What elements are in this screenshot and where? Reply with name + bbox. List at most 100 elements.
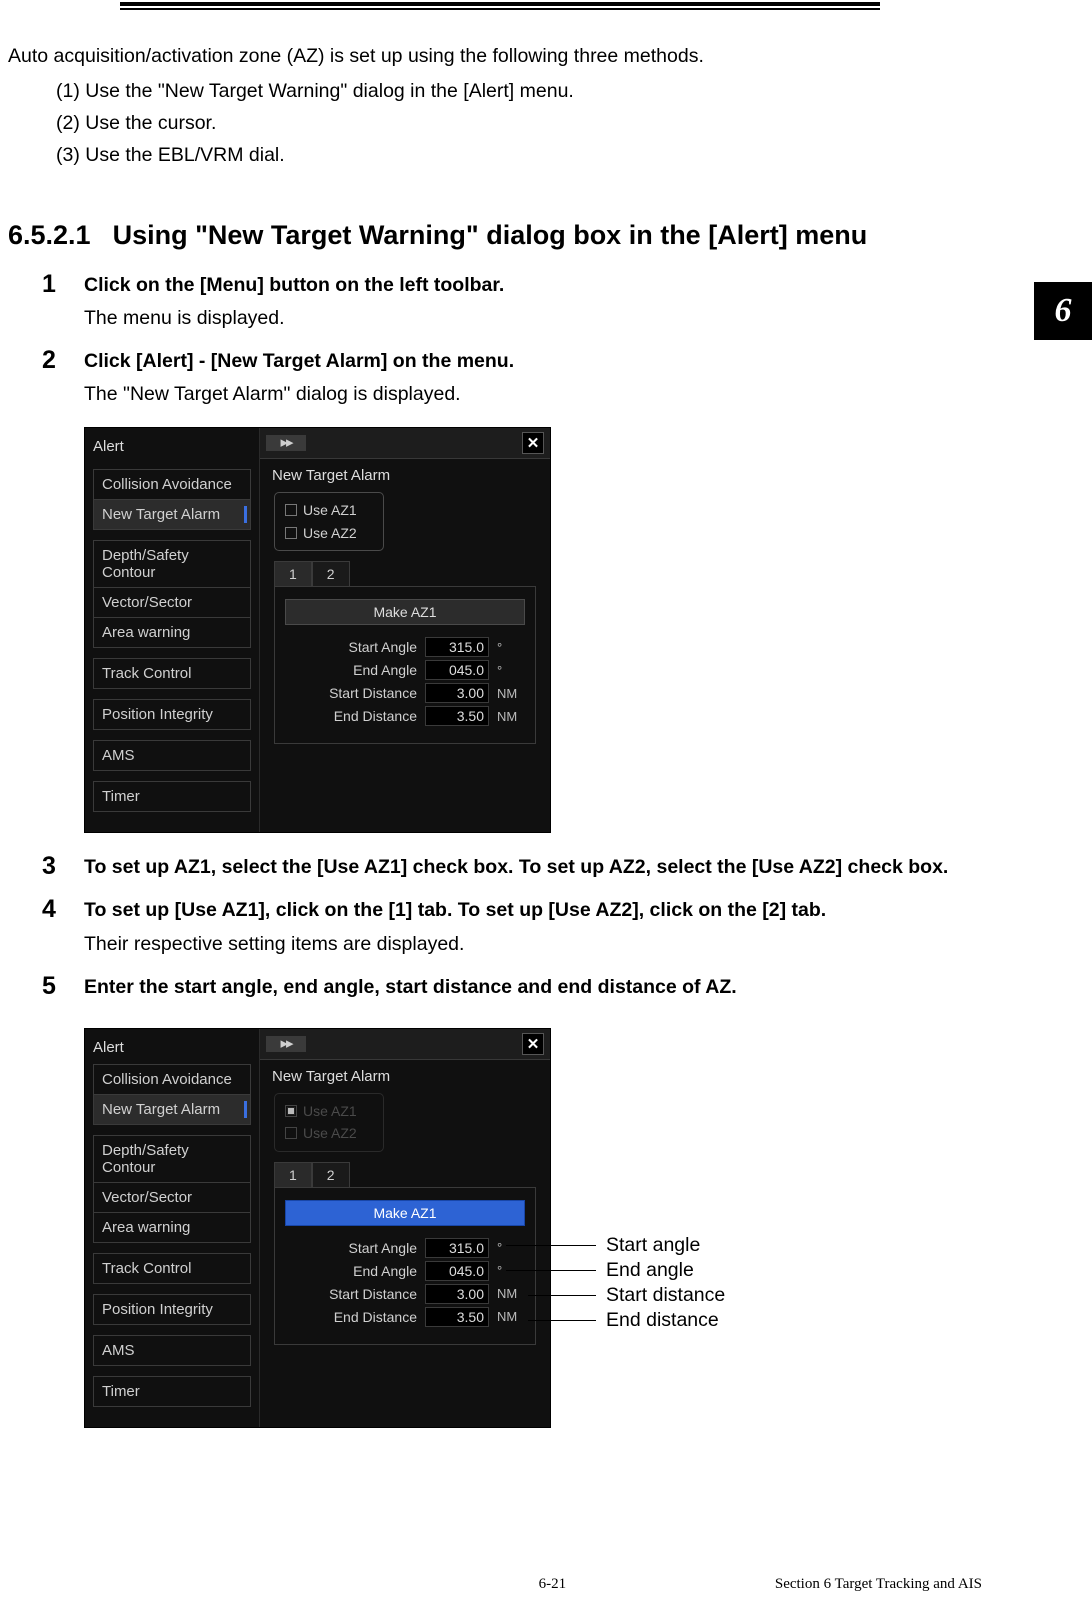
unit-deg: ° bbox=[497, 663, 525, 678]
callout-line bbox=[528, 1295, 596, 1296]
step-2-text: The "New Target Alarm" dialog is display… bbox=[84, 378, 992, 411]
close-icon[interactable]: ✕ bbox=[522, 432, 544, 454]
sidebar-item-collision[interactable]: Collision Avoidance bbox=[94, 470, 250, 500]
callout-end-distance: End distance bbox=[606, 1309, 719, 1332]
sidebar-item-new-target-alarm[interactable]: New Target Alarm bbox=[94, 500, 250, 529]
chapter-side-tab: 6 bbox=[1034, 282, 1092, 340]
intro-sub-2: (2) Use the cursor. bbox=[56, 107, 992, 139]
use-az1-label: Use AZ1 bbox=[303, 499, 357, 521]
callout-end-angle: End angle bbox=[606, 1259, 694, 1282]
step-number: 4 bbox=[42, 894, 62, 960]
dialog-subtitle: New Target Alarm bbox=[260, 459, 550, 492]
use-az-panel: Use AZ1 Use AZ2 bbox=[274, 492, 384, 551]
dialog-new-target-alarm: Alert Collision Avoidance New Target Ala… bbox=[84, 427, 551, 833]
start-distance-label: Start Distance bbox=[297, 1286, 417, 1302]
footer-section: Section 6 Target Tracking and AIS bbox=[775, 1576, 982, 1593]
make-az1-button[interactable]: Make AZ1 bbox=[285, 599, 525, 625]
dialog-title: Alert bbox=[93, 1039, 251, 1056]
use-az1-checkbox[interactable] bbox=[285, 1105, 297, 1117]
use-az2-checkbox[interactable] bbox=[285, 527, 297, 539]
dialog-title: Alert bbox=[93, 438, 124, 455]
sidebar-item-vector[interactable]: Vector/Sector bbox=[94, 588, 250, 618]
sidebar-item-new-target-alarm[interactable]: New Target Alarm bbox=[94, 1095, 250, 1124]
sidebar-item-timer[interactable]: Timer bbox=[94, 782, 250, 811]
step-1-text: The menu is displayed. bbox=[84, 302, 992, 335]
end-distance-input[interactable]: 3.50 bbox=[425, 1307, 489, 1327]
section-heading-text: Using "New Target Warning" dialog box in… bbox=[113, 220, 868, 251]
make-az1-button[interactable]: Make AZ1 bbox=[285, 1200, 525, 1226]
sidebar-item-track[interactable]: Track Control bbox=[94, 1254, 250, 1283]
tab-1[interactable]: 1 bbox=[274, 561, 312, 586]
section-heading: 6.5.2.1 Using "New Target Warning" dialo… bbox=[8, 220, 992, 251]
end-distance-input[interactable]: 3.50 bbox=[425, 706, 489, 726]
expand-icon[interactable]: ▸▸ bbox=[266, 1036, 306, 1052]
section-heading-num: 6.5.2.1 bbox=[8, 220, 91, 251]
sidebar-item-track[interactable]: Track Control bbox=[94, 659, 250, 688]
callout-line bbox=[528, 1320, 596, 1321]
step-number: 2 bbox=[42, 345, 62, 833]
start-distance-input[interactable]: 3.00 bbox=[425, 683, 489, 703]
intro-sub-3: (3) Use the EBL/VRM dial. bbox=[56, 139, 992, 171]
use-az2-label: Use AZ2 bbox=[303, 1122, 357, 1144]
page-footer: 6-21 Section 6 Target Tracking and AIS bbox=[0, 1576, 1092, 1593]
sidebar-item-ams[interactable]: AMS bbox=[94, 1336, 250, 1365]
end-angle-label: End Angle bbox=[297, 662, 417, 678]
close-icon[interactable]: ✕ bbox=[522, 1033, 544, 1055]
unit-nm: NM bbox=[497, 1286, 525, 1301]
sidebar-item-timer[interactable]: Timer bbox=[94, 1377, 250, 1406]
footer-page-number: 6-21 bbox=[330, 1576, 775, 1593]
sidebar-item-ams[interactable]: AMS bbox=[94, 741, 250, 770]
step-1-title: Click on the [Menu] button on the left t… bbox=[84, 269, 992, 302]
start-angle-label: Start Angle bbox=[297, 639, 417, 655]
intro-sub-1: (1) Use the "New Target Warning" dialog … bbox=[56, 75, 992, 107]
sidebar-item-vector[interactable]: Vector/Sector bbox=[94, 1183, 250, 1213]
expand-icon[interactable]: ▸▸ bbox=[266, 435, 306, 451]
sidebar-item-depth[interactable]: Depth/Safety Contour bbox=[94, 1136, 250, 1183]
unit-nm: NM bbox=[497, 686, 525, 701]
start-angle-label: Start Angle bbox=[297, 1240, 417, 1256]
start-distance-label: Start Distance bbox=[297, 685, 417, 701]
use-az2-checkbox[interactable] bbox=[285, 1127, 297, 1139]
top-rule-thick bbox=[120, 2, 880, 6]
sidebar-item-depth[interactable]: Depth/Safety Contour bbox=[94, 541, 250, 588]
tab-2[interactable]: 2 bbox=[312, 561, 350, 586]
use-az1-label: Use AZ1 bbox=[303, 1100, 357, 1122]
unit-nm: NM bbox=[497, 709, 525, 724]
sidebar-item-collision[interactable]: Collision Avoidance bbox=[94, 1065, 250, 1095]
sidebar-item-position[interactable]: Position Integrity bbox=[94, 1295, 250, 1324]
use-az2-label: Use AZ2 bbox=[303, 522, 357, 544]
dialog-subtitle: New Target Alarm bbox=[260, 1060, 550, 1093]
step-5-title: Enter the start angle, end angle, start … bbox=[84, 971, 992, 1004]
tab-1[interactable]: 1 bbox=[274, 1162, 312, 1187]
step-3-title: To set up AZ1, select the [Use AZ1] chec… bbox=[84, 851, 992, 884]
dialog-new-target-alarm-2: Alert Collision Avoidance New Target Ala… bbox=[84, 1028, 551, 1428]
callout-start-angle: Start angle bbox=[606, 1234, 700, 1257]
end-angle-label: End Angle bbox=[297, 1263, 417, 1279]
step-number: 3 bbox=[42, 851, 62, 884]
end-angle-input[interactable]: 045.0 bbox=[425, 660, 489, 680]
start-angle-input[interactable]: 315.0 bbox=[425, 637, 489, 657]
tab-2[interactable]: 2 bbox=[312, 1162, 350, 1187]
step-2-title: Click [Alert] - [New Target Alarm] on th… bbox=[84, 345, 992, 378]
sidebar-item-area[interactable]: Area warning bbox=[94, 618, 250, 647]
end-angle-input[interactable]: 045.0 bbox=[425, 1261, 489, 1281]
step-number: 5 bbox=[42, 971, 62, 1428]
start-angle-input[interactable]: 315.0 bbox=[425, 1238, 489, 1258]
step-4-title: To set up [Use AZ1], click on the [1] ta… bbox=[84, 894, 992, 927]
start-distance-input[interactable]: 3.00 bbox=[425, 1284, 489, 1304]
step-number: 1 bbox=[42, 269, 62, 335]
end-distance-label: End Distance bbox=[297, 708, 417, 724]
top-rule-thin bbox=[120, 8, 880, 10]
step-4-text: Their respective setting items are displ… bbox=[84, 928, 992, 961]
intro-line: Auto acquisition/activation zone (AZ) is… bbox=[8, 40, 992, 73]
sidebar-item-area[interactable]: Area warning bbox=[94, 1213, 250, 1242]
unit-deg: ° bbox=[497, 640, 525, 655]
end-distance-label: End Distance bbox=[297, 1309, 417, 1325]
unit-nm: NM bbox=[497, 1309, 525, 1324]
use-az-panel: Use AZ1 Use AZ2 bbox=[274, 1093, 384, 1152]
use-az1-checkbox[interactable] bbox=[285, 504, 297, 516]
callout-line bbox=[506, 1270, 596, 1271]
sidebar-item-position[interactable]: Position Integrity bbox=[94, 700, 250, 729]
unit-deg: ° bbox=[497, 1240, 525, 1255]
callout-start-distance: Start distance bbox=[606, 1284, 725, 1307]
